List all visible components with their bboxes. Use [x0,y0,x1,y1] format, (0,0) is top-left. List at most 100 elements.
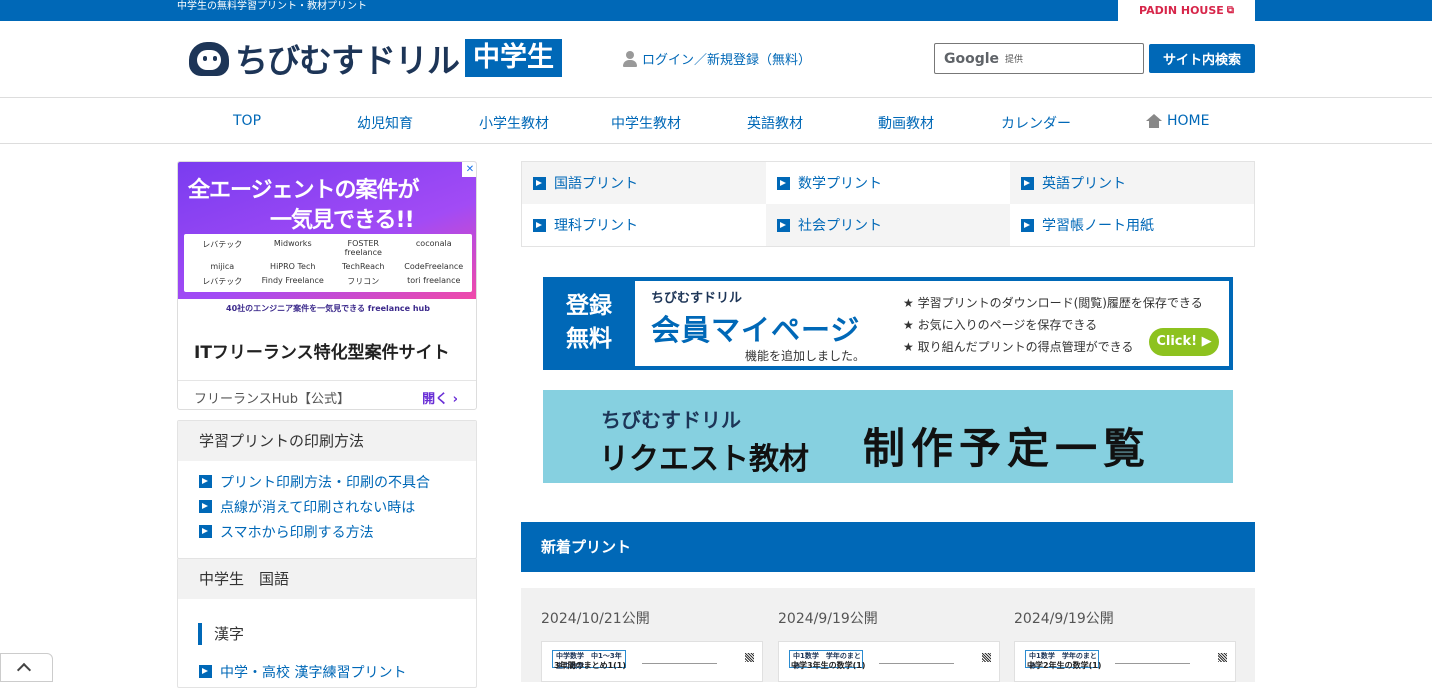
ad-logo: mijica [210,261,235,271]
ad-source: フリーランスHub【公式】 [194,392,351,407]
ad-close-icon[interactable]: ✕ [462,162,476,177]
member-brand: ちびむすドリル [651,291,743,306]
member-added-note: 機能を追加しました。 [745,349,866,363]
kokugo-box: 中学生 国語 漢字 中学・高校 漢字練習プリント [177,558,477,688]
link-label: プリント印刷方法・印刷の不具合 [220,474,430,491]
category-math[interactable]: 数学プリント [766,162,1010,204]
link-label: 点線が消えて印刷されない時は [220,499,416,516]
ad-logo: レバテック [202,240,243,250]
nav-home-label: HOME [1167,113,1210,129]
ad-logo: レバテック [202,276,243,286]
member-page-banner[interactable]: 登録 無料 ちびむすドリル 会員マイページ 機能を追加しました。 ★ 学習プリン… [543,277,1233,370]
sidebar-link-dotted-line[interactable]: 点線が消えて印刷されない時は [199,494,476,519]
ad-logo: HiPRO Tech [270,261,316,271]
ad-logo: フリコン [347,276,380,286]
member-title: 会員マイページ [651,313,861,347]
ad-logo: CodeFreelance [404,261,464,271]
print-title: 3年間のまとめ1(1) [554,661,627,670]
search-button[interactable]: サイト内検索 [1149,44,1255,73]
category-label: 数学プリント [798,176,882,192]
sidebar-link-kanji-practice[interactable]: 中学・高校 漢字練習プリント [199,659,476,684]
ad-logo: Midworks [273,239,312,249]
ad-logo: TechReach [342,261,385,271]
request-materials-banner[interactable]: ちびむすドリル リクエスト教材 制作予定一覧 [543,390,1233,483]
site-logo[interactable]: ちびむすドリル 中学生 [183,36,599,80]
category-notebook[interactable]: 学習帳ノート用紙 [1010,204,1254,246]
category-label: 理科プリント [554,218,638,234]
google-logo: Google [944,50,1000,67]
main-nav: TOP 幼児知育 小学生教材 中学生教材 英語教材 動画教材 カレンダー HOM… [0,98,1432,144]
category-label: 英語プリント [1042,176,1126,192]
member-feature: ★ 取り組んだプリントの得点管理ができる [903,340,1134,354]
print-thumbnail[interactable]: 中学数学 中1～3年生の数学 3年間のまとめ1(1) [541,641,763,682]
category-grid: 国語プリント 数学プリント 英語プリント 理科プリント 社会プリント 学習帳ノー… [521,161,1255,247]
sidebar-ad[interactable]: 全エージェントの案件が 一気見できる!! レバテック Midworks FOST… [177,161,477,410]
print-thumbnail[interactable]: 中1数学 学年のまとめ 中学3年生の数学(1) [778,641,1000,682]
ad-headline-1: 全エージェントの案件が [188,178,420,203]
ad-subline: 40社のエンジニア案件を一気見できる freelance hub [178,299,476,319]
sidebar-link-smartphone[interactable]: スマホから印刷する方法 [199,519,476,544]
nav-calendar[interactable]: カレンダー [1001,113,1071,133]
user-icon [623,50,637,67]
logo-text: ちびむすドリル [235,40,460,80]
free-registration-label: 登録 無料 [543,277,635,370]
search-input[interactable]: Google 提供 [934,43,1144,74]
arrow-right-icon [533,176,546,190]
back-to-top-button[interactable] [0,653,53,682]
nav-english[interactable]: 英語教材 [747,113,803,133]
free-registration-line: 登録 [566,293,612,319]
print-title: 中学3年生の数学(1) [791,661,866,670]
ad-open-link[interactable]: 開く › [422,388,458,407]
member-click-button[interactable]: Click! ▶ [1149,328,1219,356]
logo-badge: 中学生 [465,38,562,77]
arrow-right-icon [777,218,790,232]
print-methods-title: 学習プリントの印刷方法 [178,421,476,461]
nav-junior-high[interactable]: 中学生教材 [611,113,681,133]
arrow-right-icon [1021,176,1034,190]
category-kokugo[interactable]: 国語プリント [522,162,766,204]
nav-video[interactable]: 動画教材 [878,113,934,133]
member-feature: ★ お気に入りのページを保存できる [903,318,1098,332]
category-english[interactable]: 英語プリント [1010,162,1254,204]
arrow-right-icon [199,525,212,538]
mascot-icon [183,36,233,79]
nav-elementary[interactable]: 小学生教材 [479,113,549,133]
qr-code-icon [982,653,991,662]
request-schedule-label: 制作予定一覧 [863,424,1152,473]
chevron-up-icon [16,662,32,678]
member-features: ★ 学習プリントのダウンロード(閲覧)履歴を保存できる ★ お気に入りのページを… [889,281,1229,366]
padin-house-link[interactable]: PADIN HOUSE ⧉ [1118,0,1255,21]
category-science[interactable]: 理科プリント [522,204,766,246]
external-link-icon: ⧉ [1226,5,1234,16]
nav-top[interactable]: TOP [233,113,261,129]
member-banner-center: ちびむすドリル 会員マイページ 機能を追加しました。 [635,281,889,366]
category-label: 学習帳ノート用紙 [1042,218,1154,234]
free-registration-line: 無料 [566,326,612,352]
print-date: 2024/9/19公開 [1014,611,1114,627]
top-bar: 中学生の無料学習プリント・教材プリント PADIN HOUSE ⧉ [0,0,1432,21]
ad-logo: Findy Freelance [261,275,324,285]
new-prints-area: 2024/10/21公開 2024/9/19公開 2024/9/19公開 中学数… [521,588,1255,682]
kokugo-title: 中学生 国語 [178,559,476,599]
ad-title[interactable]: ITフリーランス特化型案件サイト [194,338,450,363]
nav-home[interactable]: HOME [1146,113,1209,129]
sidebar-link-print-method[interactable]: プリント印刷方法・印刷の不具合 [199,469,476,494]
padin-house-label: PADIN HOUSE [1139,4,1224,17]
category-label: 国語プリント [554,176,638,192]
site-tagline: 中学生の無料学習プリント・教材プリント [177,1,367,12]
nav-infant[interactable]: 幼児知育 [357,113,413,133]
ad-logo-grid: レバテック Midworks FOSTER freelance coconala… [184,234,472,292]
member-feature: ★ 学習プリントのダウンロード(閲覧)履歴を保存できる [903,296,1203,310]
new-prints-heading: 新着プリント [521,522,1255,572]
link-label: 中学・高校 漢字練習プリント [220,664,407,681]
arrow-right-icon [199,665,212,678]
print-thumbnail[interactable]: 中1数学 学年のまとめ 中学2年生の数学(1) [1014,641,1236,682]
category-social[interactable]: 社会プリント [766,204,1010,246]
ad-banner[interactable]: 全エージェントの案件が 一気見できる!! レバテック Midworks FOST… [178,162,476,299]
ad-open-label: 開く [422,392,449,407]
arrow-right-icon [777,176,790,190]
print-date: 2024/10/21公開 [541,611,650,627]
login-link[interactable]: ログイン／新規登録（無料） [623,49,811,68]
ad-logo: coconala [415,239,452,249]
ad-headline-2: 一気見できる!! [270,208,415,233]
